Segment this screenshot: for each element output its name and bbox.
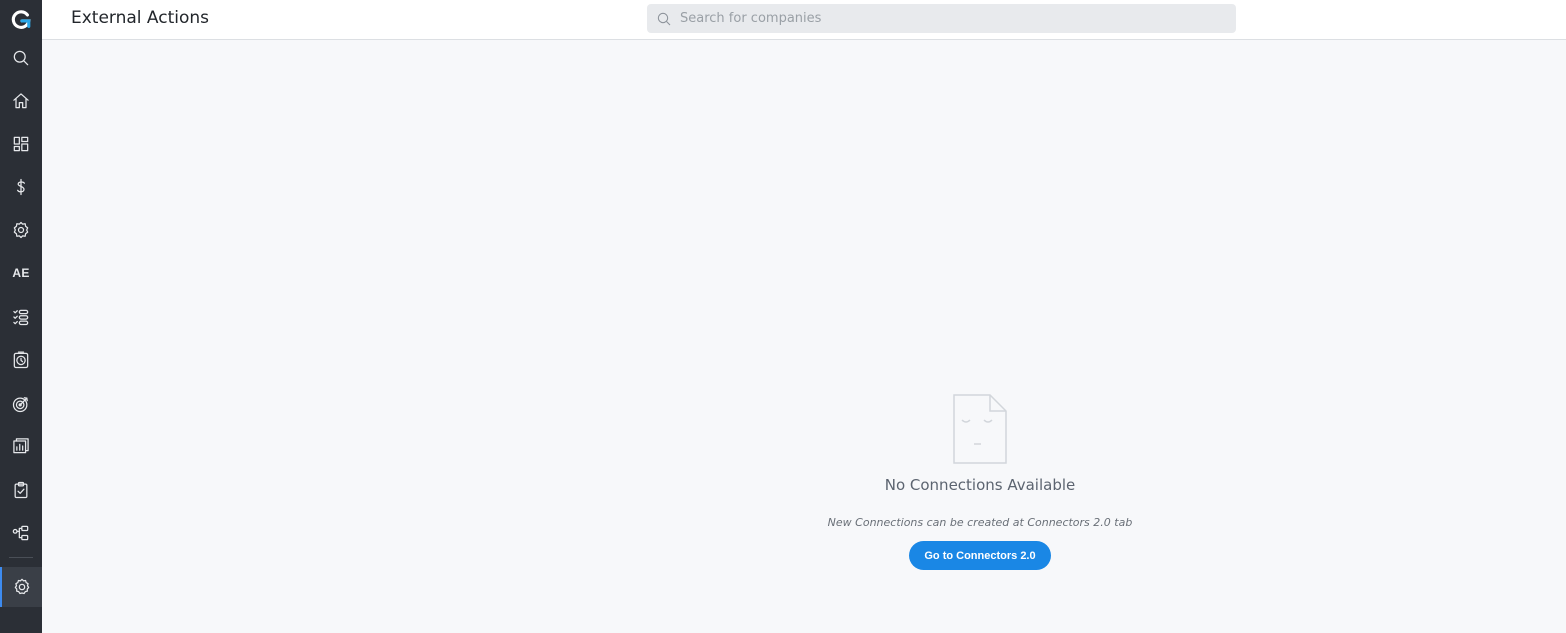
sidebar-item-revenue[interactable] [0, 167, 42, 207]
ae-label: AE [12, 266, 30, 280]
go-to-connectors-button[interactable]: Go to Connectors 2.0 [909, 541, 1051, 570]
app-logo[interactable] [0, 3, 42, 37]
search-icon [13, 50, 29, 66]
home-icon [13, 93, 29, 109]
empty-state-subtitle: New Connections can be created at Connec… [827, 516, 1133, 529]
company-search[interactable] [647, 4, 1236, 33]
sidebar-item-tasks[interactable] [0, 470, 42, 510]
dashboard-grid-icon [13, 136, 29, 152]
sidebar-item-timeline[interactable] [0, 340, 42, 380]
timer-icon [13, 351, 29, 369]
search-icon [657, 12, 671, 25]
sidebar-item-dashboards[interactable] [0, 124, 42, 164]
sidebar-divider [9, 557, 33, 558]
clipboard-check-icon [14, 481, 28, 499]
search-input[interactable] [680, 11, 1220, 26]
sidebar: AE [0, 0, 42, 633]
page-title: External Actions [71, 8, 210, 28]
report-chart-icon [13, 438, 29, 454]
list-check-icon [13, 309, 29, 326]
sidebar-item-administration[interactable] [0, 567, 42, 607]
sidebar-item-success-plans[interactable] [0, 384, 42, 424]
sidebar-item-journey[interactable] [0, 513, 42, 553]
empty-document-icon [953, 394, 1007, 464]
empty-state: No Connections Available New Connections… [780, 392, 1180, 570]
sidebar-item-home[interactable] [0, 81, 42, 121]
logo-icon [11, 10, 31, 29]
sidebar-item-external-actions[interactable]: AE [0, 253, 42, 293]
target-icon [12, 397, 28, 413]
empty-state-title: No Connections Available [884, 476, 1076, 494]
dollar-icon [17, 178, 25, 196]
sidebar-item-lists[interactable] [0, 297, 42, 337]
top-bar: External Actions [42, 0, 1566, 40]
sidebar-item-automation[interactable] [0, 210, 42, 250]
sidebar-item-reports[interactable] [0, 426, 42, 466]
gear-badge-icon [13, 221, 29, 239]
settings-gear-icon [14, 578, 30, 595]
sidebar-item-search[interactable] [0, 38, 42, 78]
flow-tree-icon [12, 525, 29, 541]
